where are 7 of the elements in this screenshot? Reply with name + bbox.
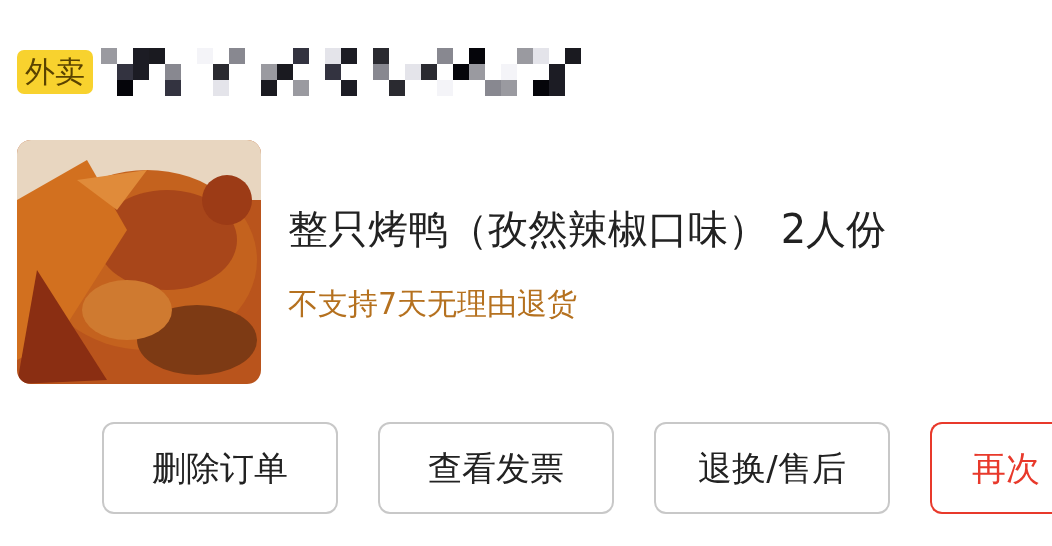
order-action-button[interactable]: 删除订单 — [102, 422, 338, 514]
product-title: 整只烤鸭（孜然辣椒口味） 2人份 — [288, 204, 887, 254]
order-action-button[interactable]: 再次 — [930, 422, 1052, 514]
order-action-button[interactable]: 退换/售后 — [654, 422, 890, 514]
order-action-button[interactable]: 查看发票 — [378, 422, 614, 514]
return-policy-note: 不支持7天无理由退货 — [288, 284, 579, 323]
delivery-tag: 外卖 — [17, 50, 93, 94]
